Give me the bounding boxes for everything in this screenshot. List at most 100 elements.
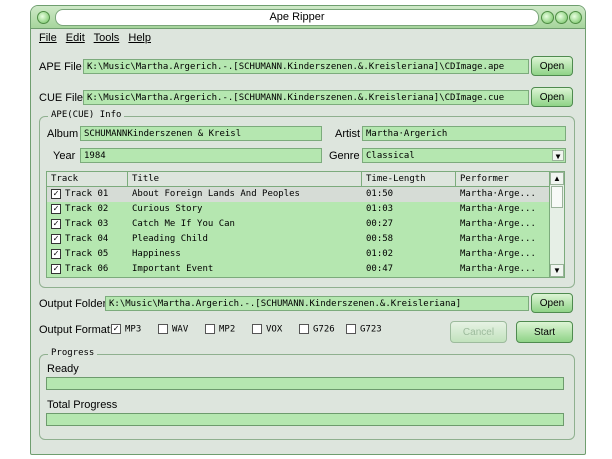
track-title: Pleading Child (132, 234, 208, 244)
menu-file[interactable]: File (39, 32, 57, 44)
ape-open-button[interactable]: Open (531, 56, 573, 76)
output-folder-label: Output Folder (39, 298, 107, 310)
track-checkbox[interactable]: ✓ (51, 204, 61, 214)
cue-open-button[interactable]: Open (531, 87, 573, 107)
column-time-length[interactable]: Time-Length (362, 172, 456, 186)
start-button[interactable]: Start (516, 321, 573, 343)
output-open-button[interactable]: Open (531, 293, 573, 313)
track-performer: Martha·Arge... (460, 219, 536, 229)
track-performer: Martha·Arge... (460, 249, 536, 259)
column-performer[interactable]: Performer (456, 172, 550, 186)
cue-file-label: CUE File (39, 92, 84, 104)
output-folder-field[interactable]: K:\Music\Martha.Argerich.-.[SCHUMANN.Kin… (105, 296, 529, 311)
track-checkbox[interactable]: ✓ (51, 264, 61, 274)
table-row[interactable]: ✓ Track 03 Catch Me If You Can 00:27 Martha·… (47, 217, 550, 232)
table-row[interactable]: ✓ Track 04 Pleading Child 00:58 Martha·Arge.… (47, 232, 550, 247)
album-label: Album (47, 128, 79, 140)
format-checkbox[interactable]: ✓ (111, 324, 121, 334)
format-checkbox[interactable] (252, 324, 262, 334)
total-progress-bar (46, 413, 564, 426)
cancel-button[interactable]: Cancel (450, 321, 507, 343)
minimize-button[interactable] (541, 11, 554, 24)
track-checkbox[interactable]: ✓ (51, 219, 61, 229)
track-time: 00:27 (366, 219, 394, 229)
window-title: Ape Ripper (55, 9, 539, 26)
format-label: VOX (266, 324, 283, 335)
format-checkbox[interactable] (205, 324, 215, 334)
column-track[interactable]: Track (47, 172, 128, 186)
format-checkbox[interactable] (346, 324, 356, 334)
menu-bar: File Edit Tools Help (39, 32, 157, 44)
format-checkbox[interactable] (299, 324, 309, 334)
track-time: 00:58 (366, 234, 394, 244)
maximize-button[interactable] (555, 11, 568, 24)
year-label: Year (53, 150, 76, 162)
artist-label: Artist (335, 128, 361, 140)
format-option-vox[interactable]: VOX (252, 324, 282, 335)
track-list[interactable]: Track Title Time-Length Performer ✓ Track… (46, 171, 565, 278)
format-option-mp3[interactable]: ✓ MP3 (111, 324, 141, 335)
menu-help[interactable]: Help (128, 32, 151, 44)
track-number: Track 04 (65, 234, 109, 244)
file-progress-bar (46, 377, 564, 390)
artist-field[interactable]: Martha·Argerich (362, 126, 566, 141)
format-label: G726 (313, 324, 335, 335)
ape-file-label: APE File (39, 61, 82, 73)
genre-label: Genre (329, 150, 360, 162)
genre-select[interactable]: Classical ▼ (362, 148, 566, 163)
table-row[interactable]: ✓ Track 01 About Foreign Lands And Peoples… (47, 187, 550, 202)
close-button[interactable] (569, 11, 582, 24)
column-title[interactable]: Title (128, 172, 362, 186)
scroll-thumb[interactable] (551, 186, 563, 208)
chevron-down-icon[interactable]: ▼ (552, 150, 564, 161)
table-row[interactable]: ✓ Track 02 Curious Story 01:03 Martha·Arge..… (47, 202, 550, 217)
format-option-mp2[interactable]: MP2 (205, 324, 235, 335)
table-row[interactable]: ✓ Track 05 Happiness 01:02 Martha·Arge... (47, 247, 550, 262)
ape-file-field[interactable]: K:\Music\Martha.Argerich.-.[SCHUMANN.Kin… (83, 59, 529, 74)
format-label: MP2 (219, 324, 236, 335)
table-row[interactable]: ✓ Track 06 Important Event 00:47 Martha·Arge… (47, 262, 550, 277)
track-time: 01:02 (366, 249, 394, 259)
scroll-up-icon[interactable]: ▲ (550, 172, 564, 185)
format-checkbox[interactable] (158, 324, 168, 334)
format-label: MP3 (125, 324, 142, 335)
progress-group: Progress (39, 348, 575, 440)
track-list-scrollbar[interactable]: ▲ ▼ (549, 172, 564, 277)
progress-status: Ready (47, 363, 79, 375)
menu-tools[interactable]: Tools (94, 32, 120, 44)
total-progress-label: Total Progress (47, 399, 118, 411)
progress-group-title: Progress (48, 348, 98, 358)
track-checkbox[interactable]: ✓ (51, 249, 61, 259)
cue-file-field[interactable]: K:\Music\Martha.Argerich.-.[SCHUMANN.Kin… (83, 90, 529, 105)
track-time: 01:50 (366, 189, 394, 199)
format-label: WAV (172, 324, 189, 335)
track-number: Track 05 (65, 249, 109, 259)
track-title: Curious Story (132, 204, 203, 214)
menu-edit[interactable]: Edit (66, 32, 85, 44)
format-label: G723 (360, 324, 382, 335)
genre-value: Classical (366, 151, 415, 161)
window-menu-icon[interactable] (37, 11, 50, 24)
track-time: 01:03 (366, 204, 394, 214)
track-time: 00:47 (366, 264, 394, 274)
track-number: Track 06 (65, 264, 109, 274)
track-checkbox[interactable]: ✓ (51, 234, 61, 244)
track-number: Track 02 (65, 204, 109, 214)
track-number: Track 01 (65, 189, 109, 199)
format-option-wav[interactable]: WAV (158, 324, 188, 335)
track-performer: Martha·Arge... (460, 234, 536, 244)
track-performer: Martha·Arge... (460, 189, 536, 199)
track-title: Catch Me If You Can (132, 219, 235, 229)
track-list-header: Track Title Time-Length Performer (47, 172, 550, 187)
format-option-g726[interactable]: G726 (299, 324, 335, 335)
output-format-label: Output Format: (39, 324, 113, 336)
track-number: Track 03 (65, 219, 109, 229)
app-window: Ape Ripper File Edit Tools Help APE File… (30, 5, 586, 455)
scroll-down-icon[interactable]: ▼ (550, 264, 564, 277)
year-field[interactable]: 1984 (80, 148, 322, 163)
album-field[interactable]: SCHUMANNKinderszenen & Kreisl (80, 126, 322, 141)
track-title: Happiness (132, 249, 181, 259)
track-checkbox[interactable]: ✓ (51, 189, 61, 199)
format-option-g723[interactable]: G723 (346, 324, 382, 335)
info-group-title: APE(CUE) Info (48, 110, 125, 120)
